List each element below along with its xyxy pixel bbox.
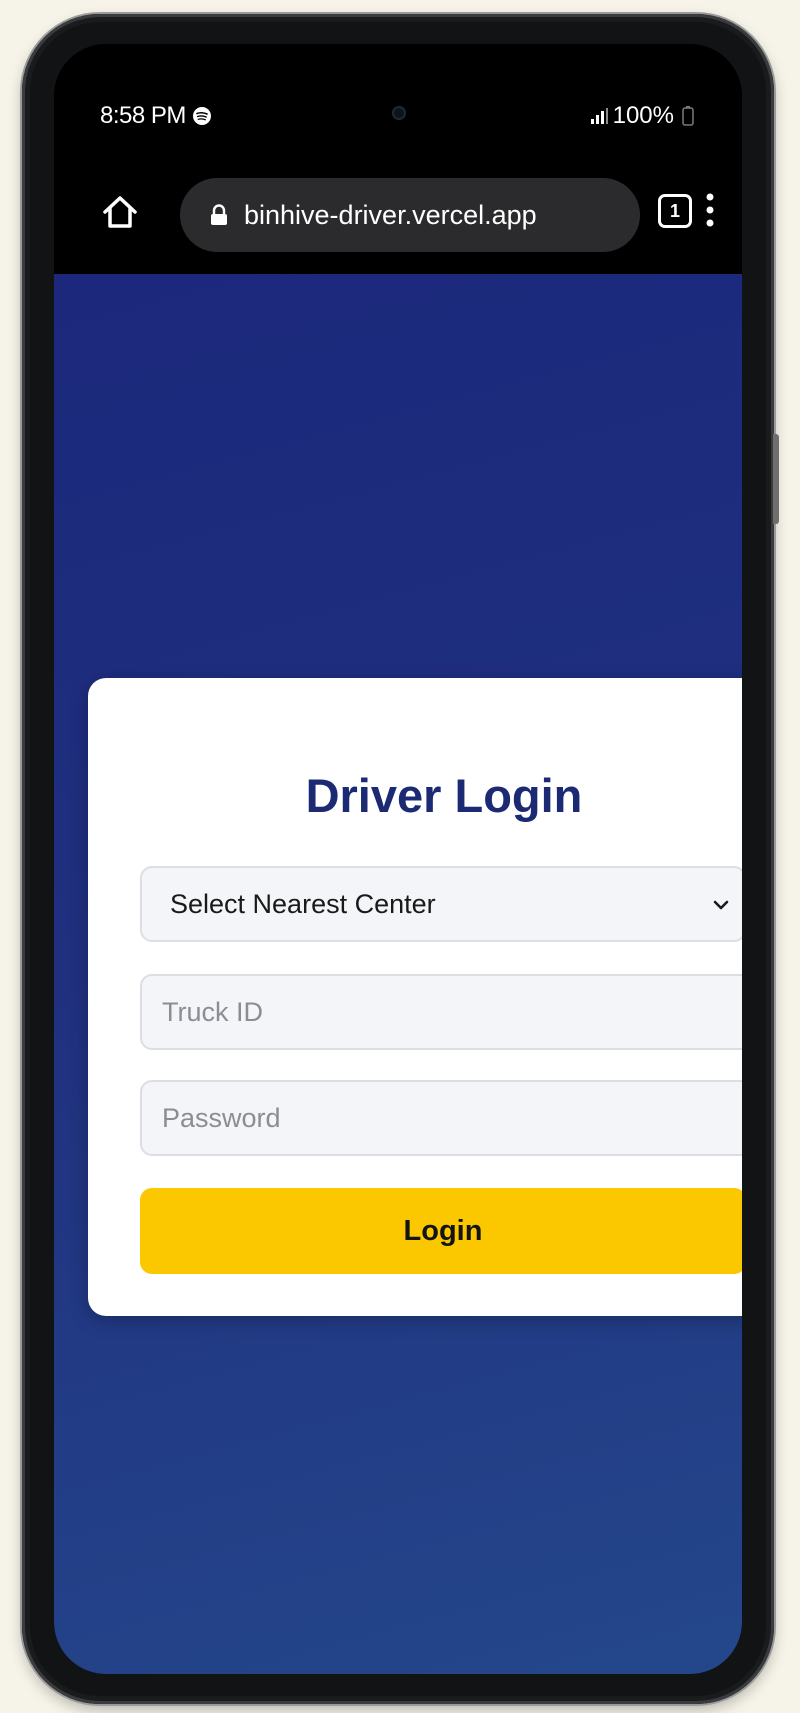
- status-time-group: 8:58 PM: [100, 102, 212, 130]
- phone-frame: 8:58 PM 100% binhive-driver.vercel.app 1…: [22, 14, 779, 1704]
- url-text: binhive-driver.vercel.app: [244, 199, 537, 230]
- battery-icon: [682, 106, 694, 126]
- login-button[interactable]: Login: [140, 1188, 742, 1274]
- center-select[interactable]: Select Nearest Center: [140, 866, 742, 942]
- password-input[interactable]: Password: [140, 1080, 742, 1156]
- phone-screen: 8:58 PM 100% binhive-driver.vercel.app 1…: [54, 44, 742, 1674]
- truck-id-placeholder: Truck ID: [162, 996, 263, 1027]
- page-title: Driver Login: [305, 769, 583, 822]
- battery-percent: 100%: [612, 102, 674, 129]
- center-select-value: Select Nearest Center: [170, 888, 436, 919]
- signal-icon: [590, 108, 608, 124]
- login-card: Driver Login Select Nearest Center Truck…: [88, 678, 742, 1316]
- url-bar[interactable]: binhive-driver.vercel.app: [180, 178, 640, 252]
- truck-id-input[interactable]: Truck ID: [140, 974, 742, 1050]
- browser-toolbar: binhive-driver.vercel.app 1: [54, 164, 742, 274]
- menu-icon[interactable]: [704, 190, 716, 230]
- status-bar: 8:58 PM 100%: [54, 44, 742, 164]
- status-right-group: 100%: [589, 102, 698, 130]
- chevron-down-icon: [713, 900, 729, 910]
- tab-count: 1: [669, 200, 680, 221]
- login-button-label: Login: [403, 1214, 483, 1247]
- password-placeholder: Password: [162, 1102, 281, 1133]
- phone-side-button: [773, 434, 779, 524]
- front-camera: [392, 106, 406, 120]
- tabs-icon[interactable]: 1: [658, 194, 692, 228]
- home-icon[interactable]: [100, 192, 140, 232]
- lock-icon: [211, 204, 227, 225]
- spotify-icon: [192, 107, 211, 125]
- status-time: 8:58 PM: [100, 102, 186, 129]
- page-background: Driver Login Select Nearest Center Truck…: [54, 274, 742, 1674]
